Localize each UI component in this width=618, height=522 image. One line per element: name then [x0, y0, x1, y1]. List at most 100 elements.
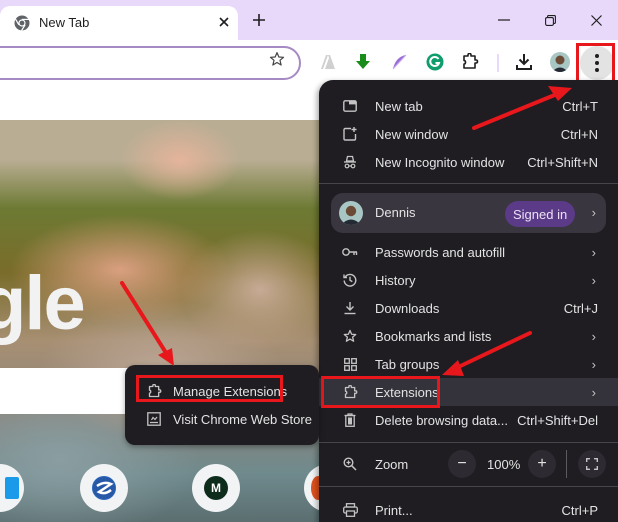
- chevron-right-icon: ›: [591, 244, 596, 260]
- menu-item-history[interactable]: History ›: [319, 266, 618, 294]
- submenu-item-label: Visit Chrome Web Store: [173, 412, 312, 427]
- close-icon[interactable]: [214, 12, 234, 32]
- new-tab-icon: [341, 97, 359, 115]
- key-icon: [341, 243, 359, 261]
- zoom-divider: [566, 450, 567, 478]
- menu-item-shortcut: Ctrl+Shift+Del: [517, 412, 598, 428]
- menu-item-label: Tab groups: [375, 356, 440, 372]
- downloads-button[interactable]: [512, 50, 536, 74]
- zoom-level: 100%: [487, 456, 521, 472]
- menu-divider: [319, 486, 618, 487]
- download-icon: [516, 54, 532, 70]
- puzzle-piece-icon: [463, 53, 479, 69]
- close-window-button[interactable]: [582, 8, 610, 32]
- tab-new-tab[interactable]: New Tab: [0, 6, 238, 40]
- menu-item-shortcut: Ctrl+Shift+N: [527, 154, 598, 170]
- shortcut-m-icon: M: [204, 476, 228, 500]
- star-icon: [341, 327, 359, 345]
- highlight-manage-extensions: [136, 375, 283, 402]
- new-window-icon: [341, 125, 359, 143]
- menu-divider: [319, 442, 618, 443]
- menu-item-label: History: [375, 272, 416, 288]
- menu-item-print[interactable]: Print... Ctrl+P: [319, 496, 618, 522]
- menu-item-downloads[interactable]: Downloads Ctrl+J: [319, 294, 618, 322]
- fullscreen-button[interactable]: [578, 450, 606, 478]
- bookmark-button[interactable]: [266, 48, 288, 70]
- menu-item-shortcut: Ctrl+J: [563, 300, 598, 316]
- address-bar[interactable]: [0, 46, 301, 80]
- fullscreen-icon: [586, 458, 598, 470]
- chevron-right-icon: ›: [591, 205, 596, 220]
- shortcut-tile[interactable]: M: [192, 464, 240, 512]
- chevron-right-icon: ›: [591, 384, 596, 400]
- minimize-icon: [498, 19, 510, 21]
- extensions-button[interactable]: [458, 50, 482, 74]
- restore-icon: [544, 14, 556, 26]
- grammarly-button[interactable]: [423, 50, 447, 74]
- extensions-submenu: Manage Extensions Visit Chrome Web Store: [125, 365, 319, 445]
- menu-item-label: Bookmarks and lists: [375, 328, 492, 344]
- profile-avatar[interactable]: [550, 52, 570, 72]
- new-tab-button[interactable]: [248, 9, 270, 31]
- menu-item-passwords-and-autofill[interactable]: Passwords and autofill ›: [319, 238, 618, 266]
- chrome-icon: [14, 15, 30, 31]
- menu-item-new-tab[interactable]: New tab Ctrl+T: [319, 92, 618, 120]
- chevron-right-icon: ›: [591, 328, 596, 344]
- plus-icon: [253, 14, 265, 26]
- feather-extension-icon: [392, 54, 407, 70]
- chevron-right-icon: ›: [591, 356, 596, 372]
- zoom-in-icon: [341, 455, 359, 473]
- shortcut-blue-square-icon: [5, 477, 19, 499]
- history-icon: [341, 271, 359, 289]
- ai-extension-icon: [321, 55, 335, 69]
- ai-extension-button[interactable]: [316, 50, 340, 74]
- search-box[interactable]: [0, 368, 140, 414]
- menu-item-new-incognito-window[interactable]: New Incognito window Ctrl+Shift+N: [319, 148, 618, 176]
- print-icon: [341, 501, 359, 519]
- profile-row[interactable]: Dennis Signed in ›: [331, 193, 606, 233]
- incognito-icon: [341, 153, 359, 171]
- menu-item-label: New tab: [375, 98, 423, 114]
- menu-item-shortcut: Ctrl+N: [560, 126, 598, 142]
- menu-divider: [319, 183, 618, 184]
- profile-name: Dennis: [375, 205, 416, 220]
- menu-item-label: Print...: [375, 502, 413, 518]
- menu-item-label: Downloads: [375, 300, 440, 316]
- zoom-out-button[interactable]: −: [448, 450, 476, 478]
- zoom-label: Zoom: [375, 456, 409, 472]
- download-arrow-extension-button[interactable]: [351, 50, 375, 74]
- signed-in-badge: Signed in: [505, 201, 576, 227]
- star-icon: [269, 52, 285, 66]
- menu-item-label: Delete browsing data...: [375, 412, 508, 428]
- shortcut-tile[interactable]: [80, 464, 128, 512]
- menu-item-shortcut: Ctrl+P: [561, 502, 598, 518]
- highlight-menu-button: [576, 43, 615, 84]
- grammarly-icon: [426, 53, 444, 71]
- google-logo: gle: [0, 261, 86, 346]
- background-photo: gle: [0, 120, 320, 522]
- minimize-button[interactable]: [490, 8, 518, 32]
- download-icon: [341, 299, 359, 317]
- web-store-icon: [145, 410, 163, 428]
- menu-item-new-window[interactable]: New window Ctrl+N: [319, 120, 618, 148]
- menu-item-bookmarks-and-lists[interactable]: Bookmarks and lists ›: [319, 322, 618, 350]
- chevron-right-icon: ›: [591, 272, 596, 288]
- title-bar: New Tab: [0, 0, 618, 40]
- toolbar-divider: [497, 54, 499, 72]
- feather-extension-button[interactable]: [387, 50, 411, 74]
- tab-groups-icon: [341, 355, 359, 373]
- menu-item-delete-browsing-data[interactable]: Delete browsing data... Ctrl+Shift+Del: [319, 406, 618, 434]
- trash-icon: [341, 411, 359, 429]
- tab-title: New Tab: [39, 15, 90, 30]
- zoom-in-button[interactable]: +: [528, 450, 556, 478]
- menu-item-label: New window: [375, 126, 448, 142]
- menu-item-label: New Incognito window: [375, 154, 505, 170]
- submenu-item-visit-chrome-web-store[interactable]: Visit Chrome Web Store: [125, 405, 319, 433]
- menu-item-tab-groups[interactable]: Tab groups ›: [319, 350, 618, 378]
- download-arrow-extension-icon: [356, 54, 370, 69]
- close-icon: [590, 14, 602, 26]
- chrome-main-menu: New tab Ctrl+T New window Ctrl+N New Inc…: [319, 80, 618, 522]
- restore-button[interactable]: [536, 8, 564, 32]
- highlight-extensions: [321, 376, 440, 408]
- shortcut-globe-icon: [92, 476, 116, 500]
